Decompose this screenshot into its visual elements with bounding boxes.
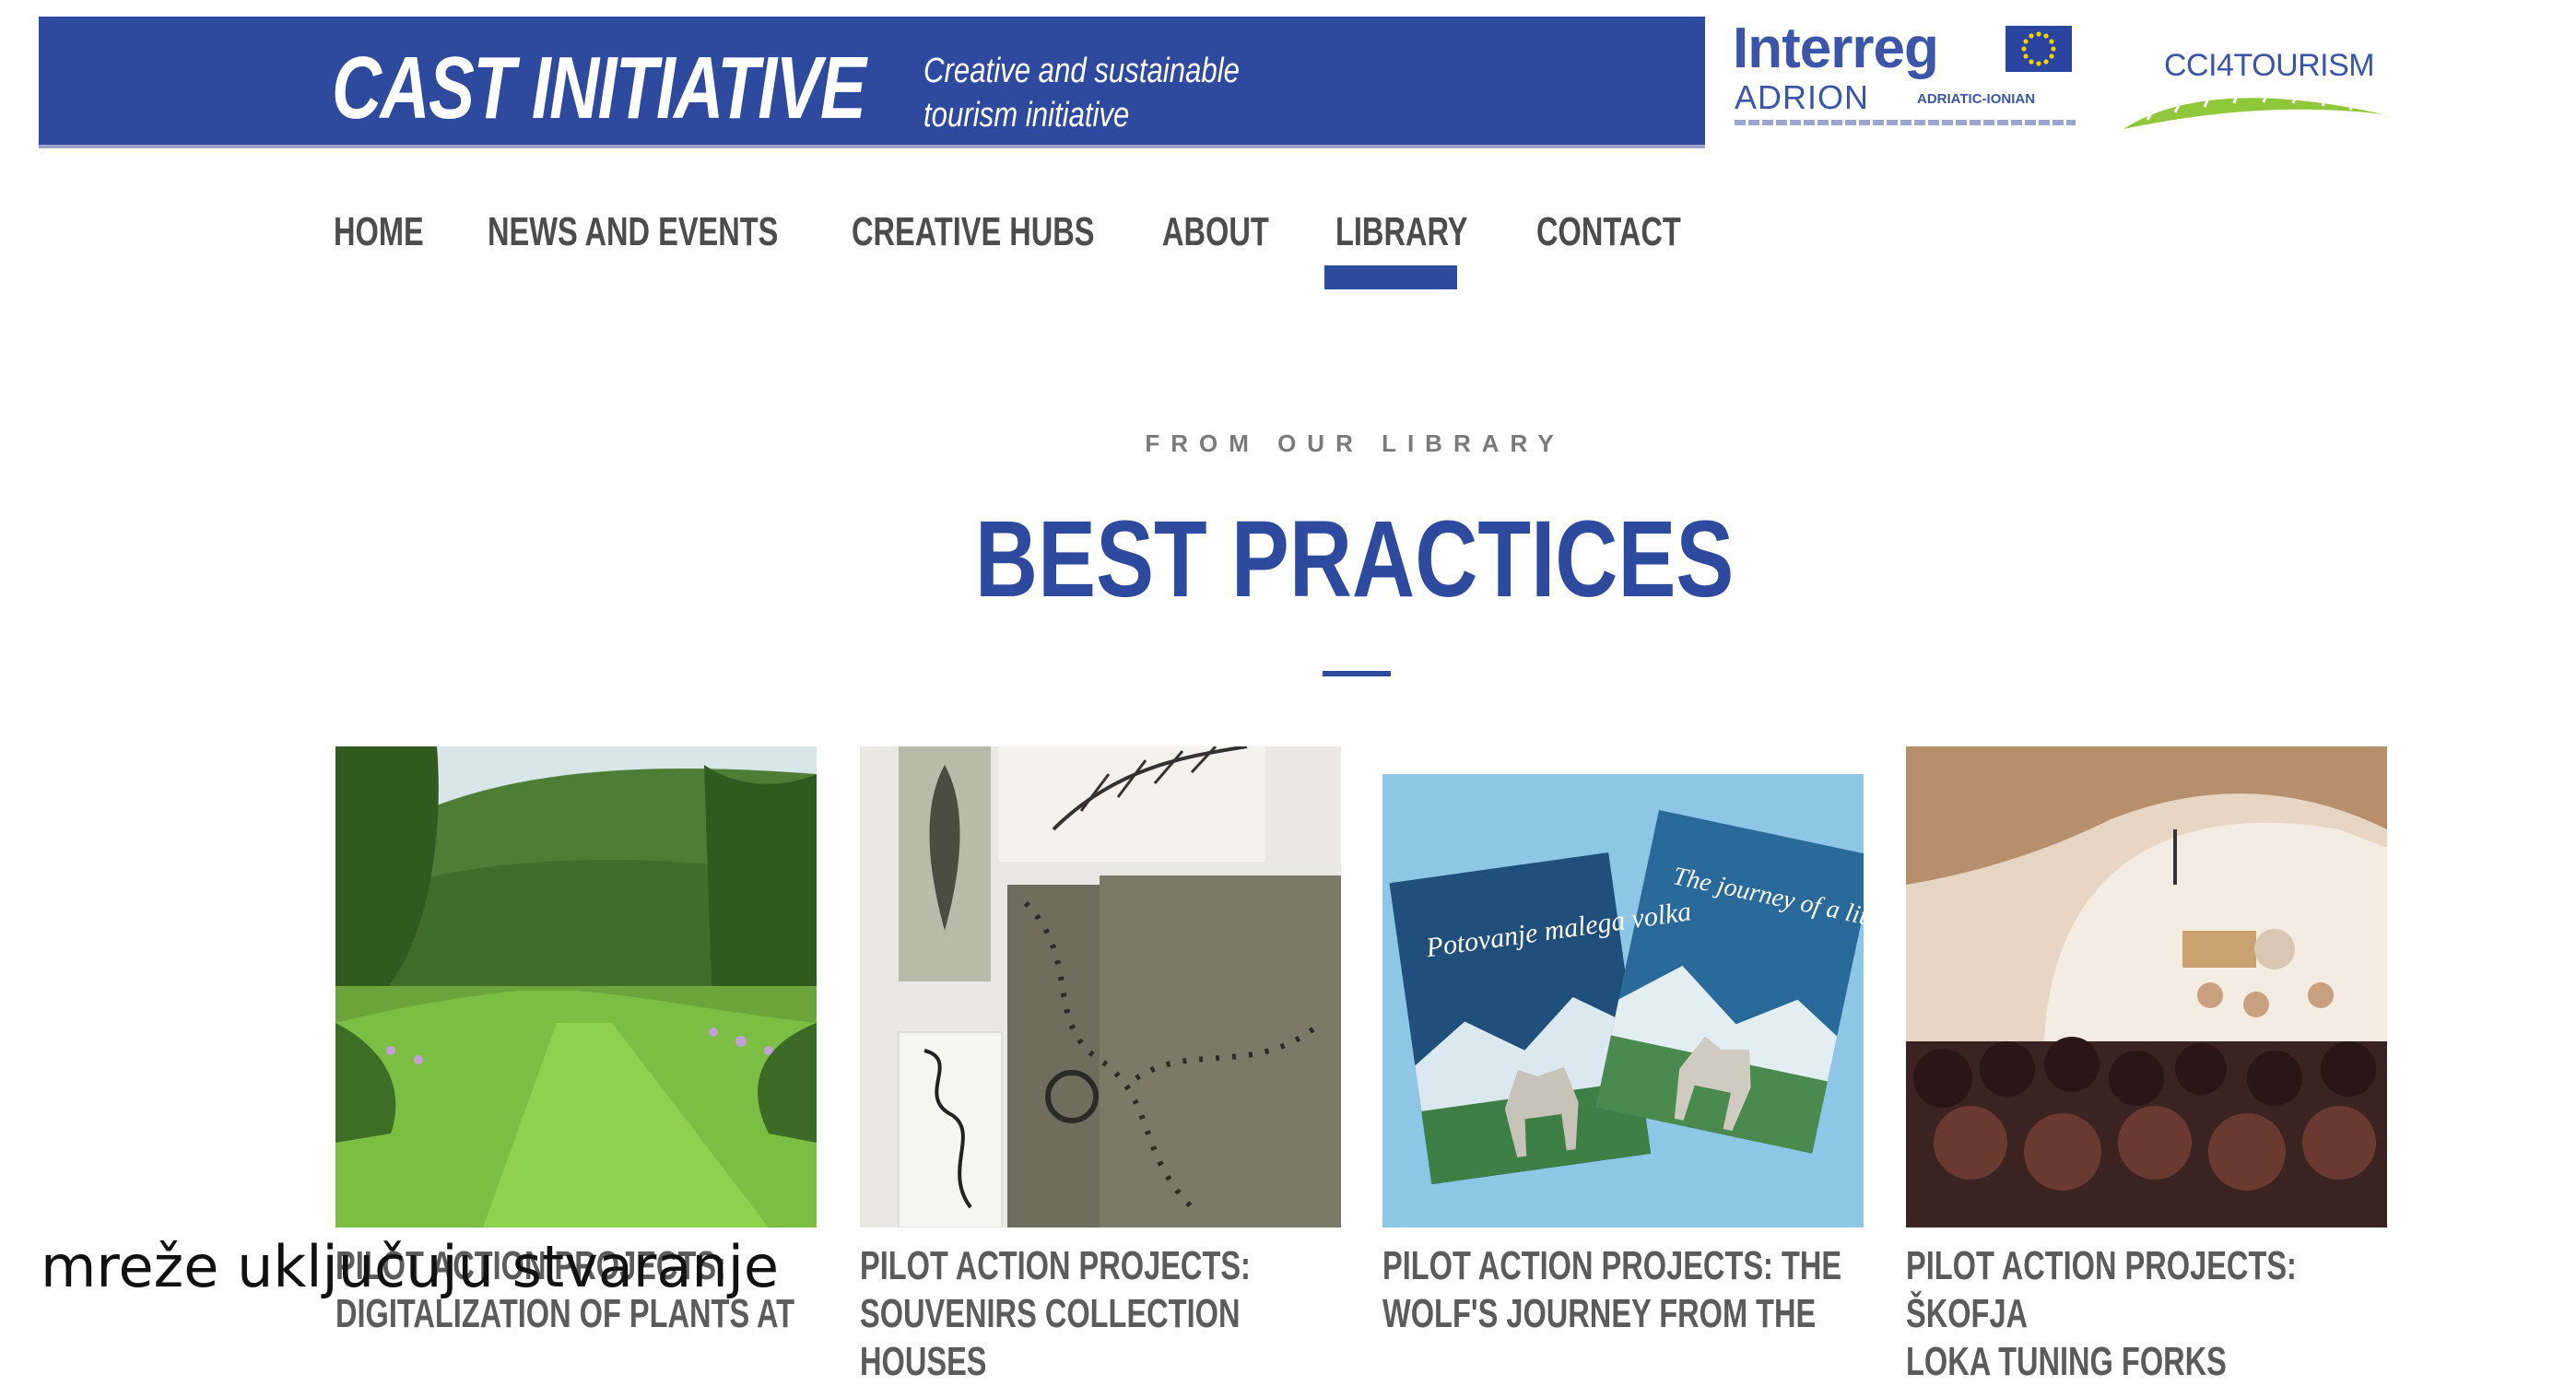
site-banner[interactable]: CAST INITIATIVE Creative and sustainable… xyxy=(39,17,1705,148)
card-caption-line-2: WOLF'S JOURNEY FROM THE xyxy=(1382,1291,1817,1336)
section-title-text: BEST PRACTICES xyxy=(975,499,1735,620)
card-caption-line-2: LOKA TUNING FORKS xyxy=(1906,1339,2227,1384)
interreg-logo-name: Interreg xyxy=(1733,17,1939,80)
card-caption-line-2: SOUVENIRS COLLECTION HOUSES xyxy=(860,1291,1241,1384)
nav-item-about[interactable]: ABOUT xyxy=(1162,212,1269,253)
leaf-swoosh-icon xyxy=(2123,91,2383,129)
interreg-fine-print xyxy=(1735,120,2076,125)
interreg-logo[interactable]: Interreg ADRION ADRIATIC-IONIAN xyxy=(1733,20,2083,140)
tagline-line-1: Creative and sustainable xyxy=(923,52,1240,90)
title-divider xyxy=(1323,671,1391,676)
interreg-logo-subtitle: ADRION xyxy=(1735,78,1870,116)
nav-item-home[interactable]: HOME xyxy=(334,212,424,253)
card-caption-line-1: PILOT ACTION PROJECTS: xyxy=(860,1243,1251,1288)
nav-item-library[interactable]: LIBRARY xyxy=(1335,212,1468,253)
card-caption[interactable]: PILOT ACTION PROJECTS: THE WOLF'S JOURNE… xyxy=(1382,1242,1860,1338)
cci4tourism-logo-name: CCI4TOURISM xyxy=(2164,48,2375,83)
nav-item-news-and-events[interactable]: NEWS AND EVENTS xyxy=(488,212,778,253)
card-caption[interactable]: PILOT ACTION PROJECTS: ŠKOFJA LOKA TUNIN… xyxy=(1906,1242,2383,1386)
eu-flag-icon xyxy=(2006,26,2072,72)
card-image-souvenirs[interactable] xyxy=(860,746,1341,1227)
card-caption-line-1: PILOT ACTION PROJECTS: ŠKOFJA xyxy=(1906,1243,2297,1336)
card-image-concert[interactable] xyxy=(1906,746,2387,1227)
card-image-wolf-books[interactable]: Potovanje malega volka The journey of a … xyxy=(1382,746,1864,1227)
card-caption-line-1: PILOT ACTION PROJECTS: THE xyxy=(1382,1243,1842,1288)
section-title: BEST PRACTICES xyxy=(0,505,2576,614)
nav-item-contact[interactable]: CONTACT xyxy=(1536,212,1681,253)
video-subtitle-overlay: mreže uključuju stvaranje xyxy=(41,1233,780,1300)
nav-item-creative-hubs[interactable]: CREATIVE HUBS xyxy=(852,212,1095,253)
section-eyebrow: FROM OUR LIBRARY xyxy=(1145,429,1565,457)
cci4tourism-logo[interactable]: CCI4TOURISM xyxy=(2120,44,2396,146)
tagline-line-2: tourism initiative xyxy=(923,96,1130,135)
interreg-logo-region: ADRIATIC-IONIAN xyxy=(1917,91,2036,107)
nav-active-indicator xyxy=(1324,265,1457,289)
card-caption[interactable]: PILOT ACTION PROJECTS: SOUVENIRS COLLECT… xyxy=(860,1242,1337,1386)
brand-logo-text[interactable]: CAST INITIATIVE xyxy=(332,44,866,133)
card-image-garden[interactable] xyxy=(335,746,817,1227)
